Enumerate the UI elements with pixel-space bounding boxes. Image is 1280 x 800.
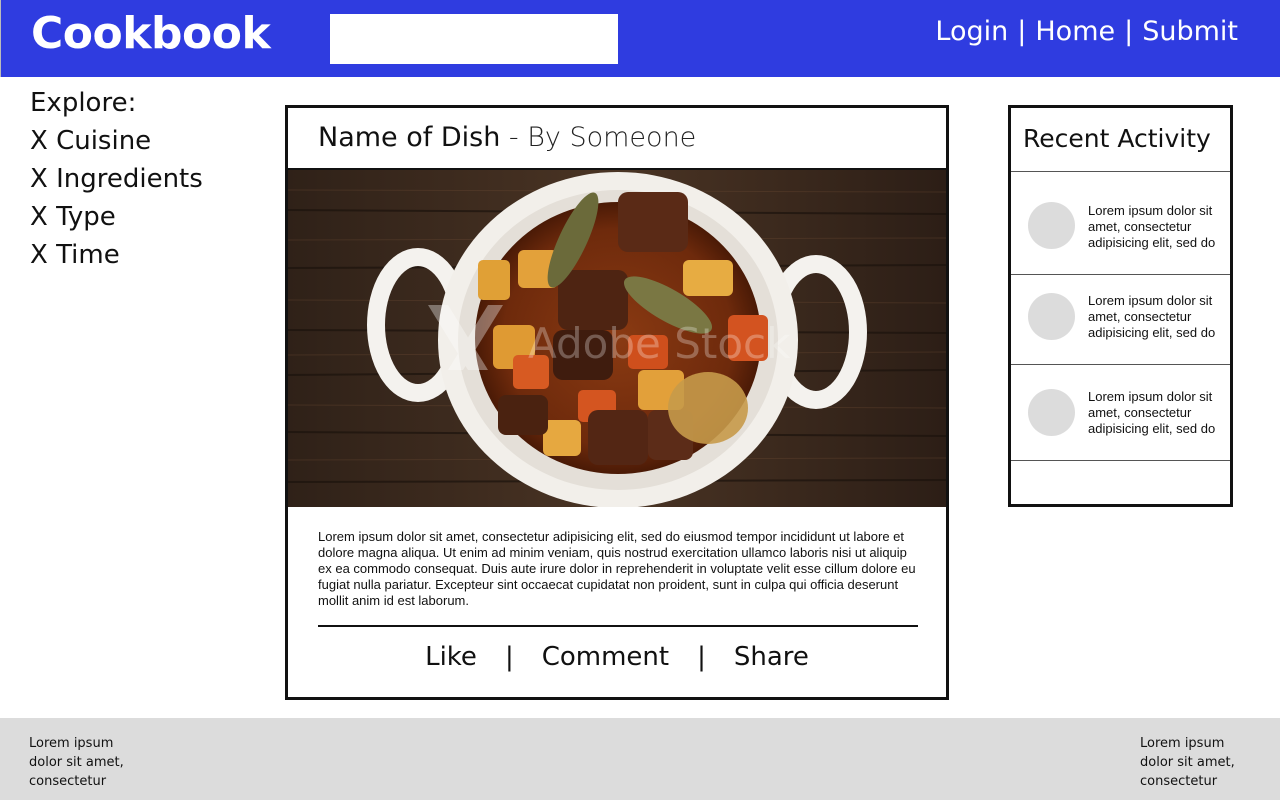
activity-text: Lorem ipsum dolor sit amet, consectetur …	[1088, 389, 1216, 436]
recipe-description: Lorem ipsum dolor sit amet, consectetur …	[318, 529, 916, 608]
explore-ingredients-link[interactable]: X Ingredients	[30, 160, 203, 198]
activity-text: Lorem ipsum dolor sit amet, consectetur …	[1088, 293, 1216, 340]
action-separator: |	[504, 642, 514, 672]
nav-login-link[interactable]: Login	[935, 16, 1008, 47]
comment-button[interactable]: Comment	[542, 642, 669, 672]
explore-cuisine-link[interactable]: X Cuisine	[30, 122, 203, 160]
post-actions: Like | Comment | Share	[288, 642, 946, 672]
recent-activity-title: Recent Activity	[1023, 124, 1211, 153]
header-bar: Cookbook Login | Home | Submit	[0, 0, 1280, 77]
recipe-card: Name of Dish - By Someone Adobe Stock Lo…	[285, 105, 949, 700]
top-nav: Login | Home | Submit	[935, 16, 1238, 47]
activity-item[interactable]: Lorem ipsum dolor sit amet, consectetur …	[1011, 274, 1230, 364]
recipe-title: Name of Dish - By Someone	[318, 122, 696, 153]
footer-right-text: Lorem ipsum dolor sit amet, consectetur	[1140, 736, 1235, 789]
explore-type-link[interactable]: X Type	[30, 198, 203, 236]
activity-item[interactable]: Lorem ipsum dolor sit amet, consectetur …	[1011, 171, 1230, 274]
dish-name[interactable]: Name of Dish	[318, 122, 500, 153]
user-avatar-icon[interactable]	[1028, 389, 1075, 436]
explore-sidebar: Explore: X Cuisine X Ingredients X Type …	[30, 84, 203, 274]
actions-divider	[318, 625, 918, 627]
nav-separator: |	[1124, 16, 1134, 47]
explore-heading: Explore:	[30, 88, 137, 118]
activity-item[interactable]: Lorem ipsum dolor sit amet, consectetur …	[1011, 364, 1230, 460]
image-watermark: Adobe Stock	[528, 319, 791, 368]
brand-logo[interactable]: Cookbook	[31, 8, 271, 59]
user-avatar-icon[interactable]	[1028, 202, 1075, 249]
user-avatar-icon[interactable]	[1028, 293, 1075, 340]
recent-activity-panel: Recent Activity Lorem ipsum dolor sit am…	[1008, 105, 1233, 507]
search-input[interactable]	[330, 14, 618, 64]
share-button[interactable]: Share	[734, 642, 809, 672]
dish-author[interactable]: - By Someone	[500, 122, 696, 153]
like-button[interactable]: Like	[425, 642, 477, 672]
nav-home-link[interactable]: Home	[1035, 16, 1115, 47]
activity-text: Lorem ipsum dolor sit amet, consectetur …	[1088, 203, 1216, 250]
footer: Lorem ipsum dolor sit amet, consectetur …	[0, 718, 1280, 800]
action-separator: |	[697, 642, 706, 672]
explore-time-link[interactable]: X Time	[30, 236, 203, 274]
dish-photo-illustration: Adobe Stock	[288, 170, 946, 507]
beef-stew-photo[interactable]: Adobe Stock	[288, 170, 946, 507]
activity-empty-row	[1011, 460, 1230, 504]
nav-separator: |	[1017, 16, 1027, 47]
footer-left-text: Lorem ipsum dolor sit amet, consectetur	[29, 736, 124, 789]
nav-submit-link[interactable]: Submit	[1142, 16, 1238, 47]
